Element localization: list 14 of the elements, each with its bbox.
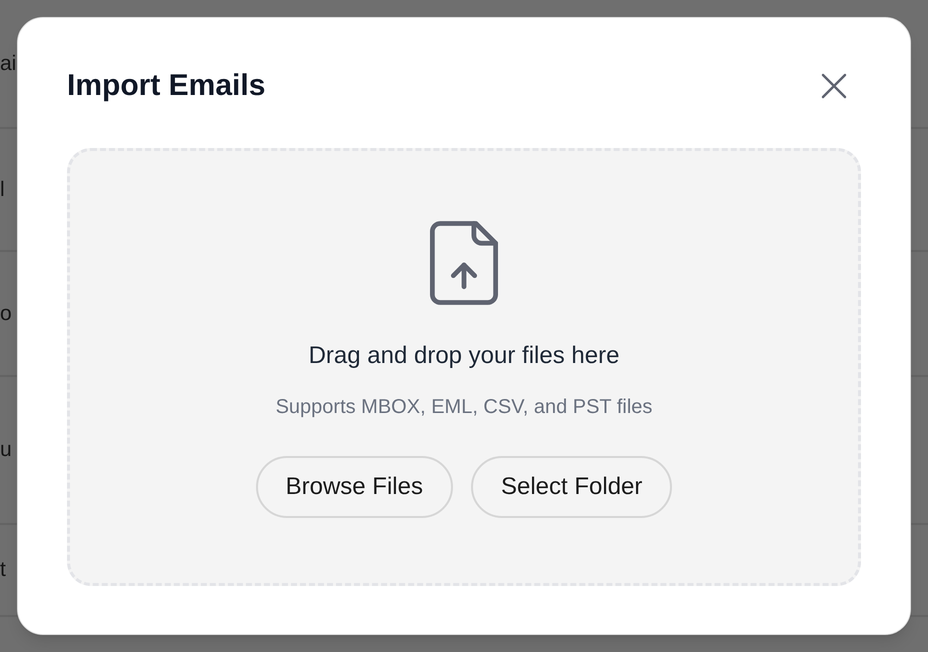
file-upload-icon: [430, 221, 498, 305]
list-row-text: u: [0, 437, 12, 463]
close-icon: [821, 73, 847, 99]
drop-zone[interactable]: Drag and drop your files here Supports MBOX, EML, CSV, and PST files Browse Files Select Folder: [67, 148, 861, 586]
list-row-text: t: [0, 557, 6, 583]
file-picker-button[interactable]: Browse Files: [256, 456, 453, 518]
close-button[interactable]: [821, 73, 847, 99]
list-row-text: l: [0, 176, 5, 202]
drop-heading: Drag and drop your files here: [308, 341, 620, 371]
list-row-text: ai: [0, 50, 16, 76]
dialog-title: Import Emails: [67, 68, 266, 104]
list-row-text: o: [0, 300, 12, 326]
file-picker-button[interactable]: Select Folder: [470, 456, 672, 518]
supported-formats-text: Supports MBOX, EML, CSV, and PST files: [276, 395, 652, 420]
